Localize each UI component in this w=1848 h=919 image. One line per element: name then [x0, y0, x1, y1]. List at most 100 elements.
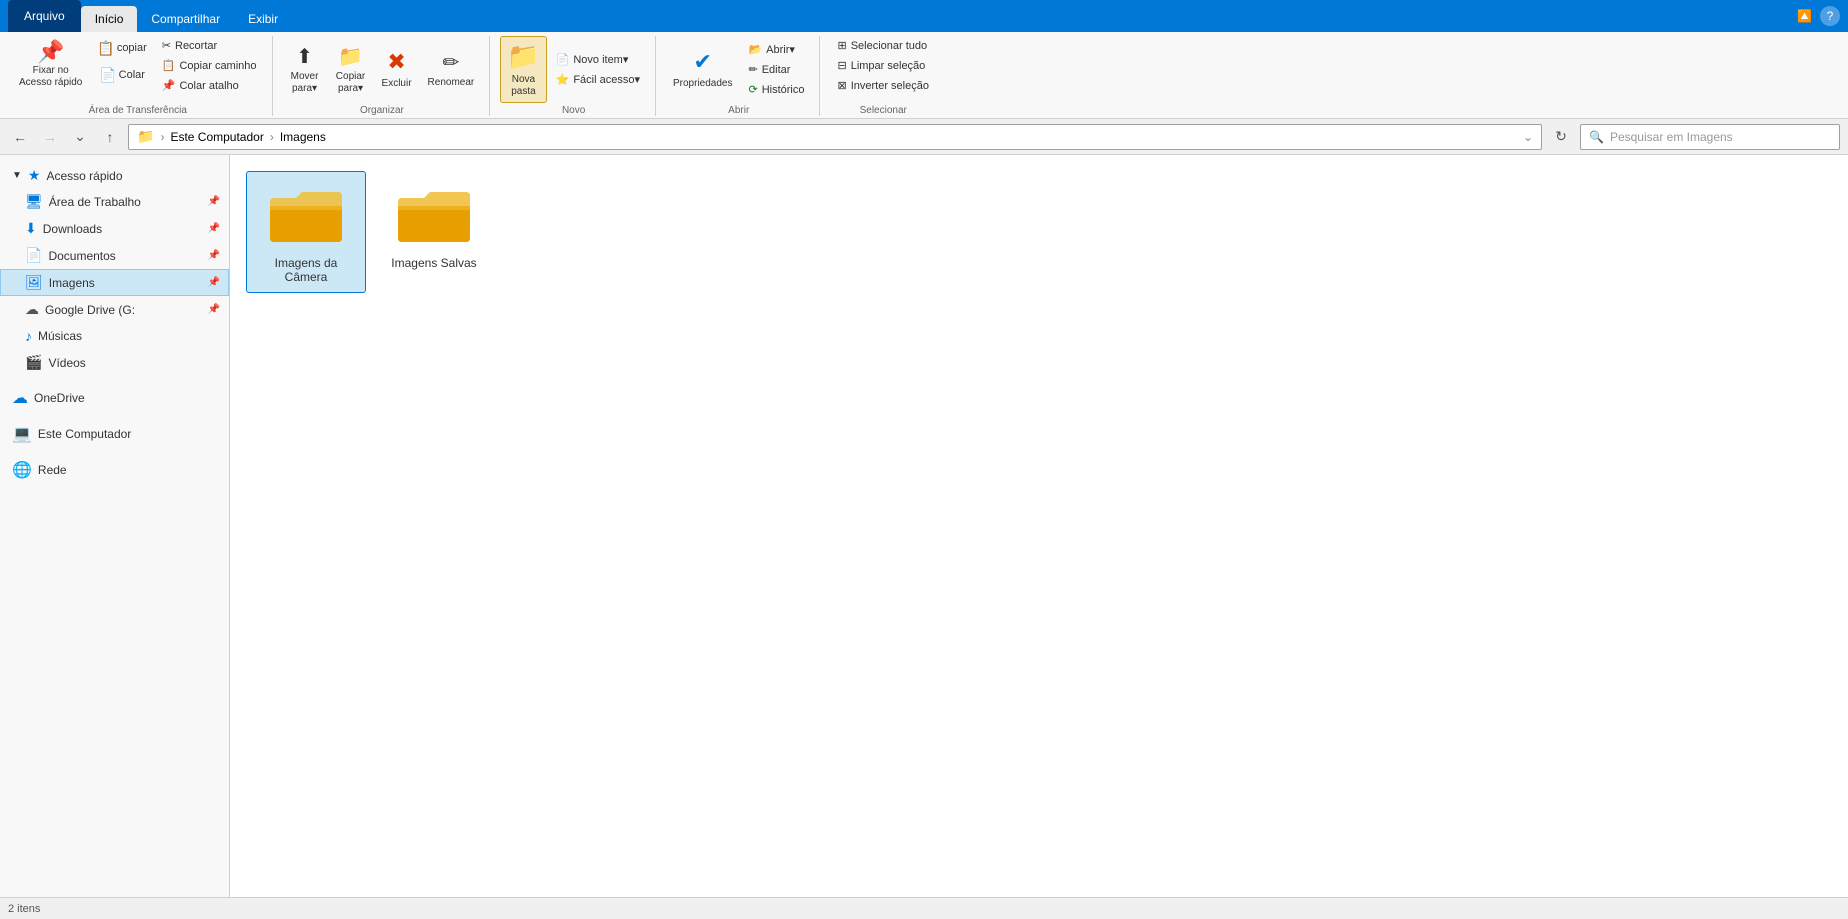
documents-label: Documentos [48, 249, 115, 263]
selecionar-tudo-label: Selecionar tudo [851, 40, 927, 52]
fixar-label: Fixar noAcesso rápido [19, 65, 82, 89]
open-icon: 📂 [748, 43, 762, 56]
up-button[interactable]: ↑ [98, 125, 122, 149]
sidebar-item-images[interactable]: 🖼 Imagens 📌 [0, 269, 229, 296]
help-icon[interactable]: ? [1820, 6, 1840, 26]
dropdown-arrow[interactable]: ⌄ [1523, 130, 1533, 144]
documents-icon: 📄 [25, 247, 42, 264]
address-path[interactable]: 📁 › Este Computador › Imagens ⌄ [128, 124, 1542, 150]
onedrive-label: OneDrive [34, 391, 85, 405]
colar-button[interactable]: 📄 Colar [91, 63, 152, 88]
novo-item-button[interactable]: 📄 Novo item▾ [549, 50, 647, 69]
este-computador-section[interactable]: 💻 Este Computador [0, 420, 229, 448]
easy-access-icon: ⭐ [556, 73, 570, 86]
delete-icon: ✖ [387, 49, 405, 75]
forward-button[interactable]: → [38, 125, 62, 149]
excluir-button[interactable]: ✖ Excluir [375, 44, 419, 94]
fixar-button[interactable]: 📌 Fixar noAcesso rápido [12, 36, 89, 94]
novo-item-label: Novo item▾ [573, 53, 628, 66]
path-part-images[interactable]: Imagens [280, 130, 326, 144]
onedrive-section[interactable]: ☁ OneDrive [0, 384, 229, 412]
renomear-button[interactable]: ✏ Renomear [421, 46, 482, 94]
images-icon: 🖼 [25, 274, 43, 291]
select-all-icon: ⊞ [837, 39, 846, 52]
copiar-button[interactable]: 📋 copiar [91, 36, 152, 61]
back-button[interactable]: ← [8, 125, 32, 149]
copiar-label: copiar [117, 42, 147, 55]
folder-imagens-camera[interactable]: Imagens daCâmera [246, 171, 366, 293]
chevron-up-icon: 🔼 [1797, 9, 1812, 23]
sidebar-item-musicas[interactable]: ♪ Músicas [0, 323, 229, 349]
colar-atalho-button[interactable]: 📌 Colar atalho [155, 76, 264, 95]
select-group-label: Selecionar [860, 105, 907, 116]
rede-label: Rede [38, 463, 67, 477]
copiar-para-button[interactable]: 📁 Copiarpara▾ [329, 40, 373, 100]
limpar-selecao-label: Limpar seleção [851, 60, 926, 72]
propriedades-button[interactable]: ✔ Propriedades [666, 44, 739, 94]
historico-label: Histórico [762, 84, 805, 96]
facil-acesso-label: Fácil acesso▾ [573, 73, 640, 86]
images-label: Imagens [49, 276, 95, 290]
sidebar-item-videos[interactable]: 🎬 Vídeos [0, 349, 229, 376]
ribbon-group-select: ⊞ Selecionar tudo ⊟ Limpar seleção ⊠ Inv… [822, 36, 943, 116]
rede-section[interactable]: 🌐 Rede [0, 456, 229, 484]
title-bar-right: 🔼 ? [1797, 6, 1840, 26]
quick-access-header[interactable]: ▼ ★ Acesso rápido [0, 163, 229, 188]
tab-compartilhar[interactable]: Compartilhar [137, 6, 234, 32]
rename-icon: ✏ [443, 51, 460, 75]
search-box[interactable]: 🔍 Pesquisar em Imagens [1580, 124, 1840, 150]
new-folder-icon: 📁 [507, 41, 539, 72]
tab-inicio[interactable]: Início [81, 6, 138, 32]
editar-button[interactable]: ✏ Editar [741, 60, 811, 79]
desktop-icon: 🖥 [25, 193, 43, 210]
renomear-label: Renomear [428, 77, 475, 89]
status-text: 2 itens [8, 903, 40, 915]
abrir-label: Abrir▾ [766, 43, 795, 56]
pin-icon-desktop: 📌 [208, 196, 220, 207]
musicas-label: Músicas [38, 329, 82, 343]
edit-icon: ✏ [748, 63, 757, 76]
recortar-button[interactable]: ✂ Recortar [155, 36, 264, 55]
copy-path-icon: 📋 [162, 59, 176, 72]
pin-icon: 📌 [37, 41, 64, 63]
path-part-computer[interactable]: Este Computador [170, 130, 263, 144]
abrir-button[interactable]: 📂 Abrir▾ [741, 40, 811, 59]
refresh-button[interactable]: ↻ [1548, 124, 1574, 150]
nova-pasta-button[interactable]: 📁 Novapasta [500, 36, 546, 103]
limpar-selecao-button[interactable]: ⊟ Limpar seleção [830, 56, 935, 75]
recent-locations-button[interactable]: ⌄ [68, 125, 92, 149]
videos-label: Vídeos [48, 356, 85, 370]
pin-icon-downloads: 📌 [208, 223, 220, 234]
mover-para-button[interactable]: ⬆ Moverpara▾ [283, 40, 327, 100]
sidebar-item-google-drive[interactable]: ☁ Google Drive (G: 📌 [0, 296, 229, 323]
sidebar-item-downloads[interactable]: ⬇ Downloads 📌 [0, 215, 229, 242]
path-separator-2: › [270, 130, 274, 144]
este-computador-label: Este Computador [38, 427, 131, 441]
ribbon-tabs: Arquivo Início Compartilhar Exibir [8, 0, 292, 32]
folder-saved-icon [394, 180, 474, 250]
ribbon-group-new: 📁 Novapasta 📄 Novo item▾ ⭐ Fácil acesso▾… [492, 36, 656, 116]
colar-label: Colar [119, 69, 145, 82]
folder-camera-icon [266, 180, 346, 250]
folder-imagens-salvas[interactable]: Imagens Salvas [374, 171, 494, 293]
inverter-selecao-button[interactable]: ⊠ Inverter seleção [830, 76, 935, 95]
selecionar-tudo-button[interactable]: ⊞ Selecionar tudo [830, 36, 935, 55]
sidebar-item-documents[interactable]: 📄 Documentos 📌 [0, 242, 229, 269]
sidebar-item-desktop[interactable]: 🖥 Área de Trabalho 📌 [0, 188, 229, 215]
chevron-down-icon: ▼ [12, 170, 22, 181]
invert-selection-icon: ⊠ [837, 79, 846, 92]
organize-group-label: Organizar [360, 105, 404, 116]
copiar-caminho-button[interactable]: 📋 Copiar caminho [155, 56, 264, 75]
pin-icon-gdrive: 📌 [208, 304, 220, 315]
historico-button[interactable]: ⟳ Histórico [741, 80, 811, 99]
new-group-label: Novo [562, 105, 585, 116]
sidebar-divider-1 [0, 376, 229, 384]
sidebar-divider-2 [0, 412, 229, 420]
tab-arquivo[interactable]: Arquivo [8, 0, 81, 32]
facil-acesso-button[interactable]: ⭐ Fácil acesso▾ [549, 70, 647, 89]
music-icon: ♪ [25, 328, 32, 344]
tab-exibir[interactable]: Exibir [234, 6, 292, 32]
content-area: Imagens daCâmera Imagens Salvas [230, 155, 1848, 897]
google-drive-label: Google Drive (G: [45, 303, 135, 317]
pin-icon-images: 📌 [208, 277, 220, 288]
